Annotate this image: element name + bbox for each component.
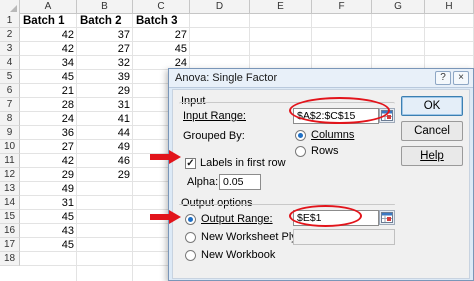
row-header-17[interactable]: 17	[0, 238, 20, 252]
cancel-button[interactable]: Cancel	[401, 121, 463, 141]
grouped-by-label: Grouped By:	[183, 130, 245, 142]
labels-first-row-label: Labels in first row	[200, 157, 286, 169]
cell-batch1[interactable]: 45	[20, 238, 77, 252]
column-header-c[interactable]: C	[133, 0, 190, 14]
row-header-5[interactable]: 5	[0, 70, 20, 84]
cell-batch2[interactable]: 37	[77, 28, 133, 42]
column-header-g[interactable]: G	[372, 0, 425, 14]
close-button[interactable]: ×	[453, 71, 469, 85]
cell-batch2[interactable]: 49	[77, 140, 133, 154]
cell-batch1[interactable]: 34	[20, 56, 77, 70]
cell-batch1[interactable]: 21	[20, 84, 77, 98]
new-workbook-label: New Workbook	[201, 249, 276, 261]
row-header-18[interactable]: 18	[0, 252, 20, 266]
output-range-label-text: Output Range:	[201, 213, 273, 225]
output-group-label: Output options	[181, 197, 253, 209]
cell-batch2[interactable]: 31	[77, 98, 133, 112]
cell-batch1[interactable]: 29	[20, 168, 77, 182]
column-heading-cell[interactable]: Batch 1	[20, 14, 77, 28]
cell-batch1[interactable]: 36	[20, 126, 77, 140]
output-range-radio[interactable]	[185, 214, 196, 225]
row-header-3[interactable]: 3	[0, 42, 20, 56]
output-range-selector[interactable]	[379, 210, 395, 225]
arrow-right-icon	[150, 150, 181, 164]
select-all-corner[interactable]	[0, 0, 20, 14]
cell-batch2[interactable]: 46	[77, 154, 133, 168]
row-header-9[interactable]: 9	[0, 126, 20, 140]
column-header-b[interactable]: B	[77, 0, 133, 14]
column-header-f[interactable]: F	[312, 0, 372, 14]
row-header-6[interactable]: 6	[0, 84, 20, 98]
row-header-2[interactable]: 2	[0, 28, 20, 42]
cell-batch1[interactable]: 45	[20, 70, 77, 84]
dialog-title: Anova: Single Factor	[175, 72, 278, 84]
row-header-15[interactable]: 15	[0, 210, 20, 224]
row-header-10[interactable]: 10	[0, 140, 20, 154]
output-range-highlight	[289, 205, 362, 227]
alpha-label: Alpha:	[187, 176, 219, 188]
cell-batch1[interactable]: 43	[20, 224, 77, 238]
column-header-d[interactable]: D	[190, 0, 250, 14]
cell-batch1[interactable]: 24	[20, 112, 77, 126]
cell-batch2[interactable]: 29	[77, 84, 133, 98]
row-header-7[interactable]: 7	[0, 98, 20, 112]
column-header-h[interactable]: H	[425, 0, 474, 14]
cell-batch2[interactable]: 27	[77, 42, 133, 56]
new-workbook-radio[interactable]	[185, 250, 196, 261]
cell-batch1[interactable]: 42	[20, 154, 77, 168]
cell-batch1[interactable]: 31	[20, 196, 77, 210]
input-range-label-text: Input Range:	[183, 110, 246, 122]
output-range-label: Output Range:	[201, 213, 273, 225]
cell-batch2[interactable]: 44	[77, 126, 133, 140]
help-button[interactable]: Help	[401, 146, 463, 166]
row-header-16[interactable]: 16	[0, 224, 20, 238]
arrow-right-icon	[150, 210, 181, 224]
cell-batch3[interactable]: 45	[133, 42, 190, 56]
columns-label-text: Columns	[311, 129, 355, 141]
ok-button[interactable]: OK	[401, 96, 463, 116]
input-range-label: Input Range:	[183, 110, 246, 122]
cell-batch1[interactable]: 42	[20, 42, 77, 56]
rows-label: Rows	[311, 145, 339, 157]
new-ply-label: New Worksheet Ply:	[201, 231, 300, 243]
rows-radio[interactable]	[295, 146, 306, 157]
row-header-13[interactable]: 13	[0, 182, 20, 196]
columns-radio[interactable]	[295, 130, 306, 141]
row-header-12[interactable]: 12	[0, 168, 20, 182]
cell-batch1[interactable]: 28	[20, 98, 77, 112]
range-selector-icon	[381, 212, 393, 223]
column-heading-cell[interactable]: Batch 2	[77, 14, 133, 28]
row-header-4[interactable]: 4	[0, 56, 20, 70]
row-header-8[interactable]: 8	[0, 112, 20, 126]
row-header-14[interactable]: 14	[0, 196, 20, 210]
cell-batch1[interactable]: 45	[20, 210, 77, 224]
cell-batch2[interactable]: 41	[77, 112, 133, 126]
help-button-label: Help	[420, 150, 444, 162]
row-header-1[interactable]: 1	[0, 14, 20, 28]
column-header-e[interactable]: E	[250, 0, 312, 14]
cell-batch1[interactable]: 27	[20, 140, 77, 154]
column-header-a[interactable]: A	[20, 0, 77, 14]
cell-batch3[interactable]: 27	[133, 28, 190, 42]
row-header-11[interactable]: 11	[0, 154, 20, 168]
output-group-line	[179, 204, 395, 205]
alpha-field[interactable]: 0.05	[219, 174, 261, 190]
cell-batch2[interactable]: 32	[77, 56, 133, 70]
help-title-button[interactable]: ?	[435, 71, 451, 85]
cell-batch1[interactable]: 42	[20, 28, 77, 42]
cell-batch1[interactable]: 49	[20, 182, 77, 196]
dialog-titlebar[interactable]: Anova: Single Factor ? ×	[169, 69, 473, 88]
new-ply-field[interactable]	[293, 229, 395, 245]
new-ply-radio[interactable]	[185, 232, 196, 243]
cell-batch2[interactable]: 29	[77, 168, 133, 182]
labels-first-row-checkbox[interactable]: ✓	[185, 158, 196, 169]
columns-label: Columns	[311, 129, 354, 141]
cell-batch2[interactable]: 39	[77, 70, 133, 84]
input-range-highlight	[289, 97, 390, 124]
column-heading-cell[interactable]: Batch 3	[133, 14, 190, 28]
